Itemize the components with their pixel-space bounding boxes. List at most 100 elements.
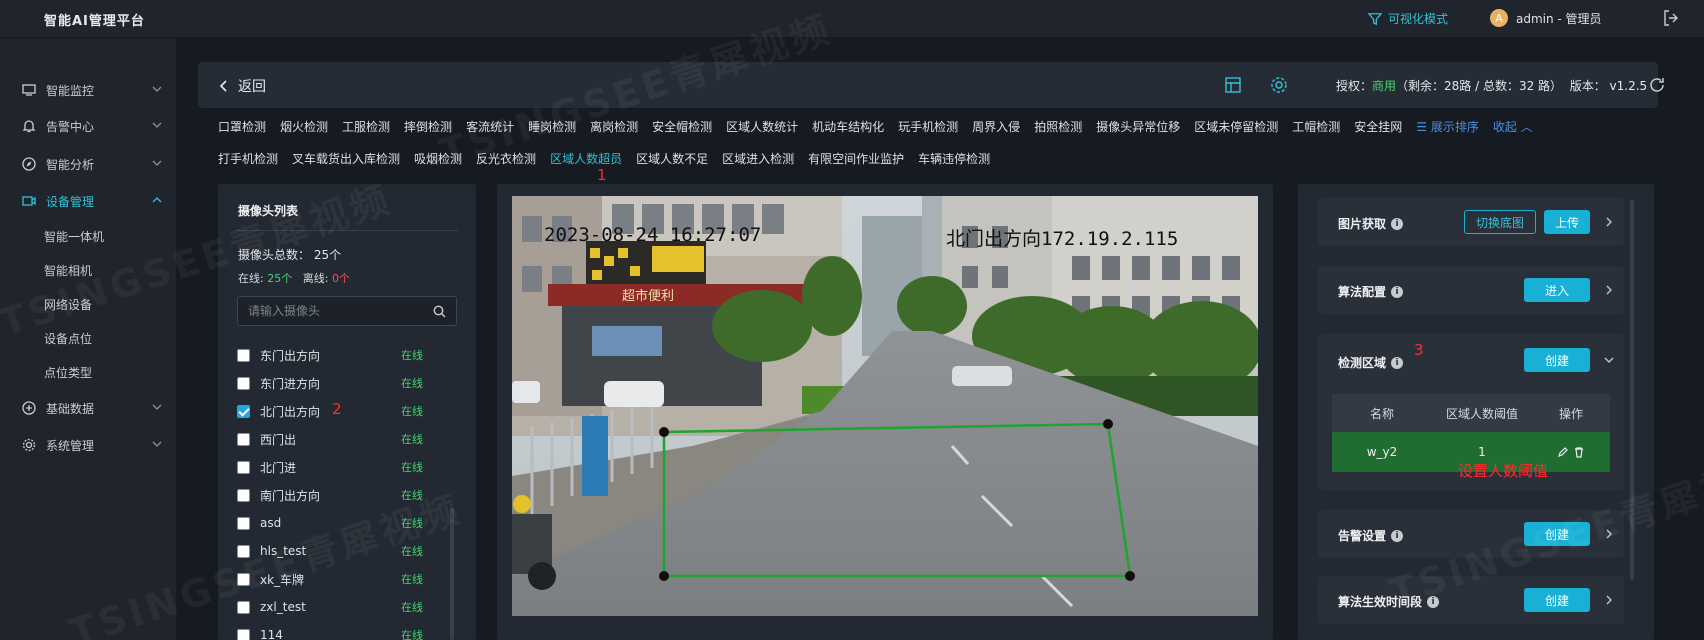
layout-icon[interactable] (1224, 76, 1242, 94)
tab-algorithm[interactable]: 安全挂网 (1354, 118, 1402, 138)
create-time-button[interactable]: 创建 (1524, 588, 1590, 612)
image-fetch-label: 图片获取 (1338, 217, 1387, 231)
tab-algorithm[interactable]: 吸烟检测 (414, 150, 462, 170)
tab-algorithm[interactable]: 玩手机检测 (898, 118, 958, 138)
logout-icon[interactable] (1662, 9, 1680, 27)
info-icon: i (1391, 217, 1404, 230)
list-item[interactable]: 北门进 在线 (237, 457, 457, 477)
sort-tabs-link[interactable]: ☰ 展示排序 (1416, 118, 1479, 138)
tab-algorithm[interactable]: 打手机检测 (218, 150, 278, 170)
camera-status: 在线 (401, 377, 423, 390)
sidebar-item-label: 智能分析 (46, 157, 95, 172)
list-item[interactable]: 东门进方向 在线 (237, 373, 457, 393)
street-scene: 超市便利 (512, 196, 1258, 616)
upload-button[interactable]: 上传 (1544, 210, 1590, 234)
tab-algorithm[interactable]: 区域未停留检测 (1194, 118, 1278, 138)
tab-algorithm[interactable]: 有限空间作业监护 (808, 150, 904, 170)
visual-mode-link[interactable]: 可视化模式 (1368, 10, 1448, 27)
camera-status: 在线 (401, 349, 423, 362)
chevron-right-icon[interactable] (1604, 285, 1614, 295)
tab-algorithm[interactable]: 周界入侵 (972, 118, 1020, 138)
sidebar-sub-item[interactable]: 智能相机 (0, 255, 176, 285)
search-icon[interactable] (433, 305, 446, 318)
tab-algorithm[interactable]: 区域人数统计 (726, 118, 798, 138)
list-item[interactable]: 北门出方向 在线 (237, 401, 457, 421)
sidebar-item-device[interactable]: 设备管理 (0, 185, 176, 217)
list-item[interactable]: xk_车牌 在线 (237, 569, 457, 589)
camera-checkbox[interactable] (237, 376, 250, 390)
list-item[interactable]: hls_test 在线 (237, 541, 457, 561)
delete-icon[interactable] (1573, 446, 1585, 458)
camera-checkbox[interactable] (237, 488, 250, 502)
gear-icon[interactable] (1270, 76, 1288, 94)
sidebar-item-alarm[interactable]: 告警中心 (0, 110, 176, 142)
enter-button[interactable]: 进入 (1524, 278, 1590, 302)
tab-algorithm[interactable]: 机动车结构化 (812, 118, 884, 138)
tab-algorithm[interactable]: 口罩检测 (218, 118, 266, 138)
tab-algorithm[interactable]: 工服检测 (342, 118, 390, 138)
camera-status: 在线 (401, 601, 423, 614)
edit-icon[interactable] (1557, 446, 1569, 458)
chevron-right-icon[interactable] (1604, 595, 1614, 605)
camera-checkbox[interactable] (237, 628, 250, 640)
tab-algorithm[interactable]: 区域进入检测 (722, 150, 794, 170)
camera-checkbox[interactable] (237, 516, 250, 530)
sidebar-item-analysis[interactable]: 智能分析 (0, 148, 176, 180)
sidebar-item-monitor[interactable]: 智能监控 (0, 74, 176, 106)
tab-algorithm[interactable]: 客流统计 (466, 118, 514, 138)
camera-status: 在线 (401, 517, 423, 530)
chevron-right-icon[interactable] (1604, 217, 1614, 227)
tab-algorithm[interactable]: 摔倒检测 (404, 118, 452, 138)
tab-algorithm[interactable]: 区域人数超员 (550, 150, 622, 170)
tab-algorithm[interactable]: 摄像头异常位移 (1096, 118, 1180, 138)
config-scrollbar[interactable] (1630, 200, 1634, 580)
list-item[interactable]: 西门出 在线 (237, 429, 457, 449)
tab-algorithm[interactable]: 车辆违停检测 (918, 150, 990, 170)
list-item[interactable]: 东门出方向 在线 (237, 345, 457, 365)
sidebar-sub-item[interactable]: 智能一体机 (0, 221, 176, 251)
collapse-tabs-link[interactable]: 收起 ︿ (1493, 118, 1533, 138)
camera-checkbox[interactable] (237, 572, 250, 586)
version: 版本： v1.2.5 (1569, 79, 1648, 93)
list-item[interactable]: 114 在线 (237, 625, 457, 640)
search-input[interactable] (248, 304, 428, 318)
database-icon (22, 401, 36, 415)
camera-checkbox[interactable] (237, 600, 250, 614)
switch-image-button[interactable]: 切换底图 (1464, 210, 1536, 234)
camera-name: 北门进 (260, 460, 297, 475)
sidebar-item-system[interactable]: 系统管理 (0, 429, 176, 461)
chevron-right-icon[interactable] (1604, 529, 1614, 539)
algorithm-tabs-row-2: 打手机检测 叉车载货出入库检测 吸烟检测 反光衣检测 区域人数超员 区域人数不足 区域进入检… (218, 150, 1004, 170)
list-item[interactable]: zxl_test 在线 (237, 597, 457, 617)
sidebar-sub-item[interactable]: 设备点位 (0, 323, 176, 353)
tab-algorithm[interactable]: 离岗检测 (590, 118, 638, 138)
camera-list-scrollbar[interactable] (450, 508, 454, 640)
camera-view[interactable]: 超市便利 2023-08-24 16:27:07 北门出方向172.19.2.1… (512, 196, 1258, 616)
camera-checkbox[interactable] (237, 460, 250, 474)
refresh-icon[interactable] (1648, 76, 1666, 94)
sidebar-item-base-data[interactable]: 基础数据 (0, 392, 176, 424)
tab-algorithm[interactable]: 工帽检测 (1292, 118, 1340, 138)
chevron-down-icon[interactable] (1604, 355, 1614, 365)
camera-checkbox[interactable] (237, 544, 250, 558)
user-menu[interactable]: A admin - 管理员 (1490, 9, 1602, 27)
create-zone-button[interactable]: 创建 (1524, 348, 1590, 372)
back-button[interactable]: 返回 (218, 76, 266, 96)
tab-algorithm[interactable]: 拍照检测 (1034, 118, 1082, 138)
list-item[interactable]: 南门出方向 在线 (237, 485, 457, 505)
shop-sign: 超市便利 (622, 288, 674, 304)
tab-algorithm[interactable]: 叉车载货出入库检测 (292, 150, 400, 170)
tab-algorithm[interactable]: 反光衣检测 (476, 150, 536, 170)
tab-algorithm[interactable]: 区域人数不足 (636, 150, 708, 170)
camera-checkbox[interactable] (237, 432, 250, 446)
tab-algorithm[interactable]: 睡岗检测 (528, 118, 576, 138)
create-alarm-button[interactable]: 创建 (1524, 522, 1590, 546)
camera-checkbox[interactable] (237, 404, 250, 418)
camera-checkbox[interactable] (237, 348, 250, 362)
camera-status: 在线 (401, 405, 423, 418)
list-item[interactable]: asd 在线 (237, 513, 457, 533)
sidebar-sub-item[interactable]: 点位类型 (0, 357, 176, 387)
sidebar-sub-item[interactable]: 网络设备 (0, 289, 176, 319)
tab-algorithm[interactable]: 安全帽检测 (652, 118, 712, 138)
tab-algorithm[interactable]: 烟火检测 (280, 118, 328, 138)
